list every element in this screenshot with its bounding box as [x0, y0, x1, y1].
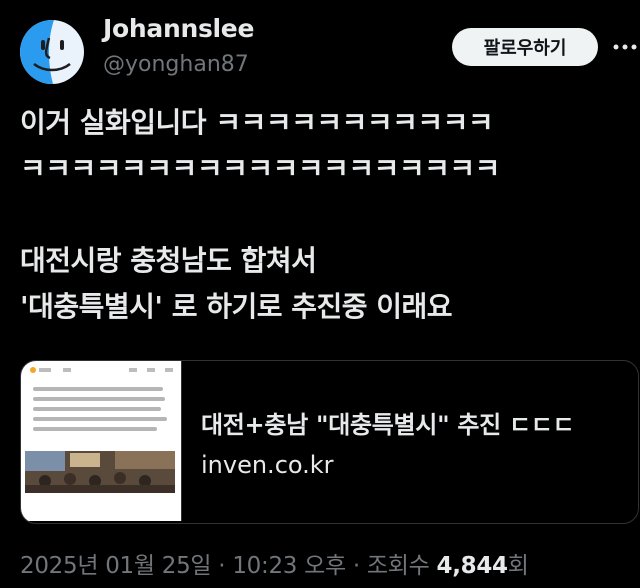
- meta-separator: ·: [345, 553, 367, 579]
- link-thumbnail: [21, 361, 182, 521]
- tweet-time[interactable]: 10:23 오후: [232, 553, 346, 579]
- tweet-text: 이거 실화입니다 ㅋㅋㅋㅋㅋㅋㅋㅋㅋㅋㅋ ㅋㅋㅋㅋㅋㅋㅋㅋㅋㅋㅋㅋㅋㅋㅋㅋㅋㅋㅋ…: [20, 106, 500, 323]
- views-suffix: 회: [507, 553, 529, 579]
- more-options-icon[interactable]: [610, 34, 640, 60]
- link-card-title: 대전+충남 "대충특별시" 추진 ㄷㄷㄷ: [201, 411, 575, 439]
- views-count: 4,844: [436, 553, 509, 579]
- tweet-metadata: 2025년 01월 25일 · 10:23 오후 · 조회수 4,844회: [20, 546, 529, 580]
- meta-separator: ·: [211, 553, 233, 579]
- news-photo-icon: [25, 451, 175, 493]
- tweet-date[interactable]: 2025년 01월 25일: [20, 553, 212, 579]
- macos-finder-face-icon: [20, 20, 84, 84]
- views-label: 조회수: [366, 553, 430, 579]
- link-preview-card[interactable]: 대전+충남 "대충특별시" 추진 ㄷㄷㄷ inven.co.kr: [20, 360, 639, 524]
- follow-button[interactable]: 팔로우하기: [452, 28, 598, 66]
- link-card-domain: inven.co.kr: [201, 451, 334, 479]
- author-display-name[interactable]: Johannslee: [103, 14, 254, 43]
- author-handle[interactable]: @yonghan87: [103, 52, 249, 77]
- avatar[interactable]: [20, 20, 84, 84]
- thumbnail-toolbar-icon: [30, 367, 173, 373]
